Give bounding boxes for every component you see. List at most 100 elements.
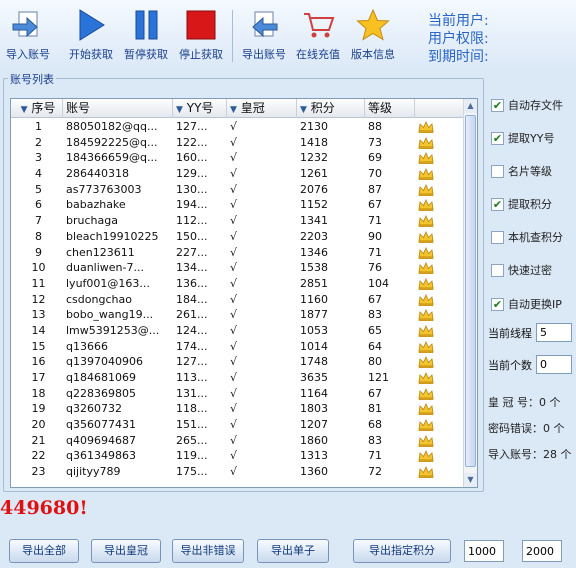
crown-icon bbox=[418, 230, 434, 243]
cell-crown: √ bbox=[230, 292, 238, 306]
vertical-scrollbar[interactable]: ▲ ▼ bbox=[463, 99, 477, 487]
account-table[interactable]: ▼ 序号 账号 ▼ YY号 ▼ 皇冠 ▼ 积分 等级 1 88050182@qq.… bbox=[10, 98, 478, 488]
table-row[interactable]: 22 q361349863 119... √ 1313 71 bbox=[11, 448, 465, 464]
cell-crown: √ bbox=[230, 465, 238, 479]
export-score-button[interactable]: 导出指定积分 bbox=[353, 539, 451, 563]
crown-icon bbox=[418, 340, 434, 353]
table-row[interactable]: 12 csdongchao 184... √ 1160 67 bbox=[11, 292, 465, 308]
version-button[interactable]: 版本信息 bbox=[347, 8, 399, 64]
imported-count: 导入账号：28 个 bbox=[488, 448, 572, 461]
col-header-yy[interactable]: ▼ YY号 bbox=[173, 99, 227, 118]
export-button[interactable]: 导出账号 bbox=[238, 8, 290, 64]
scroll-up-icon[interactable]: ▲ bbox=[464, 99, 477, 113]
cell-account: q361349863 bbox=[66, 449, 136, 463]
cell-level: 76 bbox=[368, 261, 382, 275]
cell-crown-icon bbox=[415, 182, 465, 198]
cell-score: 1014 bbox=[300, 339, 328, 353]
checkbox-checked[interactable]: ✔ bbox=[491, 197, 504, 211]
col-header-level[interactable]: 等级 bbox=[365, 99, 415, 118]
cell-score: 1860 bbox=[300, 433, 328, 447]
table-row[interactable]: 17 q184681069 113... √ 3635 121 bbox=[11, 370, 465, 386]
cell-score: 1207 bbox=[300, 418, 328, 432]
table-row[interactable]: 5 as773763003 130... √ 2076 87 bbox=[11, 182, 465, 198]
col-header-score[interactable]: ▼ 积分 bbox=[297, 99, 365, 118]
cell-index: 15 bbox=[31, 339, 46, 353]
table-row[interactable]: 6 babazhake 194... √ 1152 67 bbox=[11, 197, 465, 213]
table-row[interactable]: 16 q1397040906 127... √ 1748 80 bbox=[11, 354, 465, 370]
crown-icon bbox=[418, 199, 434, 212]
export-all-button[interactable]: 导出全部 bbox=[9, 539, 79, 563]
table-row[interactable]: 4 286440318 129... √ 1261 70 bbox=[11, 166, 465, 182]
table-row[interactable]: 2 184592225@q... 122... √ 1418 73 bbox=[11, 135, 465, 151]
count-label: 当前个数 bbox=[488, 358, 532, 372]
table-row[interactable]: 14 lmw5391253@... 124... √ 1053 65 bbox=[11, 323, 465, 339]
table-row[interactable]: 1 88050182@qq... 127... √ 2130 88 bbox=[11, 119, 465, 135]
cell-yy: 127... bbox=[176, 355, 208, 369]
table-row[interactable]: 21 q409694687 265... √ 1860 83 bbox=[11, 433, 465, 449]
option-label: 名片等级 bbox=[508, 165, 552, 178]
checkbox-checked[interactable]: ✔ bbox=[491, 297, 504, 311]
cell-account: 88050182@qq... bbox=[66, 120, 158, 133]
import-button[interactable]: 导入账号 bbox=[2, 8, 54, 64]
option-row[interactable]: 名片等级 bbox=[491, 163, 552, 179]
pause-button[interactable]: 暂停获取 bbox=[120, 8, 172, 64]
col-header-crown[interactable]: ▼ 皇冠 bbox=[227, 99, 297, 118]
crown-icon bbox=[418, 450, 434, 463]
cell-yy: 160... bbox=[176, 151, 208, 165]
col-header-account[interactable]: 账号 bbox=[63, 99, 173, 118]
option-row[interactable]: ✔ 提取YY号 bbox=[491, 130, 554, 146]
cell-index: 23 bbox=[31, 465, 46, 479]
scroll-thumb[interactable] bbox=[465, 115, 476, 467]
table-row[interactable]: 15 q13666 174... √ 1014 64 bbox=[11, 339, 465, 355]
table-row[interactable]: 3 184366659@q... 160... √ 1232 69 bbox=[11, 150, 465, 166]
table-row[interactable]: 8 bleach19910225 150... √ 2203 90 bbox=[11, 229, 465, 245]
stop-button[interactable]: 停止获取 bbox=[175, 8, 227, 64]
col-header-index[interactable]: ▼ 序号 bbox=[11, 99, 63, 118]
option-row[interactable]: 快速过密 bbox=[491, 262, 552, 278]
table-row[interactable]: 7 bruchaga 112... √ 1341 71 bbox=[11, 213, 465, 229]
cell-yy: 130... bbox=[176, 182, 208, 196]
current-user-label: 当前用户: bbox=[428, 13, 489, 29]
threads-input[interactable] bbox=[536, 323, 572, 342]
checkbox-unchecked[interactable] bbox=[491, 164, 504, 178]
table-row[interactable]: 18 q228369805 131... √ 1164 67 bbox=[11, 386, 465, 402]
option-row[interactable]: ✔ 提取积分 bbox=[491, 196, 552, 212]
cell-level: 64 bbox=[368, 339, 382, 353]
table-row[interactable]: 20 q356077431 151... √ 1207 68 bbox=[11, 417, 465, 433]
min-score-input[interactable] bbox=[464, 540, 504, 562]
col-header-icon[interactable] bbox=[415, 99, 465, 118]
option-row[interactable]: 本机查积分 bbox=[491, 229, 563, 245]
option-row[interactable]: ✔ 自动存文件 bbox=[491, 97, 563, 113]
cell-crown-icon bbox=[415, 276, 465, 292]
recharge-button[interactable]: 在线充值 bbox=[292, 8, 344, 64]
cell-account: qijityy789 bbox=[66, 465, 121, 479]
table-row[interactable]: 9 chen123611 227... √ 1346 71 bbox=[11, 245, 465, 261]
count-input[interactable] bbox=[536, 355, 572, 374]
start-button[interactable]: 开始获取 bbox=[64, 8, 118, 64]
max-score-input[interactable] bbox=[522, 540, 562, 562]
table-row[interactable]: 19 q3260732 118... √ 1803 81 bbox=[11, 401, 465, 417]
option-row[interactable]: ✔ 自动更换IP bbox=[491, 296, 562, 312]
cell-yy: 265... bbox=[176, 433, 208, 447]
cell-account: q184681069 bbox=[66, 371, 136, 384]
crown-icon bbox=[418, 403, 434, 416]
cell-crown: √ bbox=[230, 182, 238, 196]
table-row[interactable]: 10 duanliwen-7... 134... √ 1538 76 bbox=[11, 260, 465, 276]
checkbox-checked[interactable]: ✔ bbox=[491, 98, 504, 112]
scroll-down-icon[interactable]: ▼ bbox=[464, 473, 477, 487]
cell-crown: √ bbox=[230, 308, 238, 322]
recharge-label: 在线充值 bbox=[296, 48, 340, 61]
export-nonerror-button[interactable]: 导出非错误 bbox=[172, 539, 244, 563]
cell-index: 4 bbox=[35, 167, 42, 181]
table-row[interactable]: 23 qijityy789 175... √ 1360 72 bbox=[11, 464, 465, 480]
checkbox-unchecked[interactable] bbox=[491, 263, 504, 277]
table-row[interactable]: 11 lyuf001@163... 136... √ 2851 104 bbox=[11, 276, 465, 292]
cell-crown-icon bbox=[415, 213, 465, 229]
table-row[interactable]: 13 bobo_wang19... 261... √ 1877 83 bbox=[11, 307, 465, 323]
checkbox-checked[interactable]: ✔ bbox=[491, 131, 504, 145]
export-single-button[interactable]: 导出单子 bbox=[257, 539, 329, 563]
checkbox-unchecked[interactable] bbox=[491, 230, 504, 244]
export-crown-button[interactable]: 导出皇冠 bbox=[91, 539, 161, 563]
crown-icon bbox=[418, 246, 434, 259]
cell-crown-icon bbox=[415, 323, 465, 339]
